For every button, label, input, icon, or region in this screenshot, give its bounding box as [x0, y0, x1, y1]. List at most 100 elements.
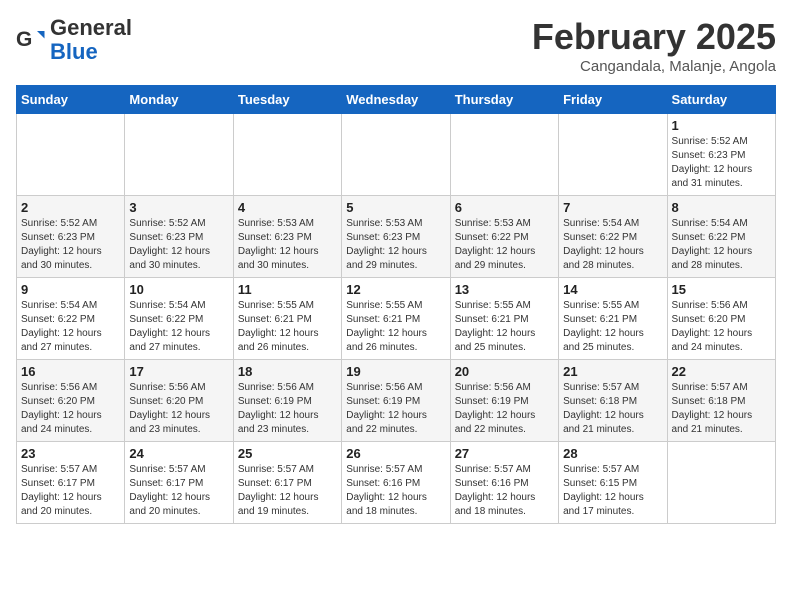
- day-cell: [342, 114, 450, 196]
- day-number: 5: [346, 200, 445, 215]
- day-number: 24: [129, 446, 228, 461]
- title-area: February 2025 Cangandala, Malanje, Angol…: [532, 16, 776, 75]
- day-info: Sunrise: 5:53 AM Sunset: 6:23 PM Dayligh…: [238, 217, 337, 273]
- day-number: 9: [21, 282, 120, 297]
- day-info: Sunrise: 5:57 AM Sunset: 6:18 PM Dayligh…: [672, 381, 771, 437]
- day-info: Sunrise: 5:55 AM Sunset: 6:21 PM Dayligh…: [346, 299, 445, 355]
- day-info: Sunrise: 5:54 AM Sunset: 6:22 PM Dayligh…: [672, 217, 771, 273]
- day-cell: 28 Sunrise: 5:57 AM Sunset: 6:15 PM Dayli…: [559, 442, 667, 524]
- day-cell: 12 Sunrise: 5:55 AM Sunset: 6:21 PM Dayli…: [342, 278, 450, 360]
- weekday-header-saturday: Saturday: [667, 86, 775, 114]
- day-number: 11: [238, 282, 337, 297]
- logo-text-general: General: [50, 16, 132, 40]
- day-cell: 27Sunrise: 5:57 AM Sunset: 6:16 PM Dayli…: [450, 442, 558, 524]
- day-cell: 11 Sunrise: 5:55 AM Sunset: 6:21 PM Dayli…: [233, 278, 341, 360]
- day-number: 2: [21, 200, 120, 215]
- day-number: 15: [672, 282, 771, 297]
- day-cell: 15 Sunrise: 5:56 AM Sunset: 6:20 PM Dayli…: [667, 278, 775, 360]
- week-row-4: 16 Sunrise: 5:56 AM Sunset: 6:20 PM Dayli…: [17, 360, 776, 442]
- logo-text-blue: Blue: [50, 40, 132, 64]
- day-cell: 22Sunrise: 5:57 AM Sunset: 6:18 PM Dayli…: [667, 360, 775, 442]
- header: G General Blue February 2025 Cangandala,…: [16, 16, 776, 75]
- day-number: 17: [129, 364, 228, 379]
- day-info: Sunrise: 5:55 AM Sunset: 6:21 PM Dayligh…: [455, 299, 554, 355]
- day-number: 23: [21, 446, 120, 461]
- day-cell: [125, 114, 233, 196]
- day-cell: [559, 114, 667, 196]
- day-info: Sunrise: 5:52 AM Sunset: 6:23 PM Dayligh…: [672, 135, 771, 191]
- day-info: Sunrise: 5:52 AM Sunset: 6:23 PM Dayligh…: [21, 217, 120, 273]
- day-number: 19: [346, 364, 445, 379]
- day-info: Sunrise: 5:56 AM Sunset: 6:20 PM Dayligh…: [21, 381, 120, 437]
- calendar-title: February 2025: [532, 16, 776, 58]
- weekday-header-friday: Friday: [559, 86, 667, 114]
- day-info: Sunrise: 5:56 AM Sunset: 6:20 PM Dayligh…: [129, 381, 228, 437]
- week-row-5: 23 Sunrise: 5:57 AM Sunset: 6:17 PM Dayli…: [17, 442, 776, 524]
- day-cell: 20 Sunrise: 5:56 AM Sunset: 6:19 PM Dayli…: [450, 360, 558, 442]
- day-cell: [233, 114, 341, 196]
- day-cell: 18 Sunrise: 5:56 AM Sunset: 6:19 PM Dayli…: [233, 360, 341, 442]
- day-number: 10: [129, 282, 228, 297]
- day-info: Sunrise: 5:52 AM Sunset: 6:23 PM Dayligh…: [129, 217, 228, 273]
- week-row-3: 9 Sunrise: 5:54 AM Sunset: 6:22 PM Daylig…: [17, 278, 776, 360]
- day-cell: 6 Sunrise: 5:53 AM Sunset: 6:22 PM Daylig…: [450, 196, 558, 278]
- calendar-subtitle: Cangandala, Malanje, Angola: [532, 58, 776, 75]
- day-cell: 23 Sunrise: 5:57 AM Sunset: 6:17 PM Dayli…: [17, 442, 125, 524]
- weekday-header-monday: Monday: [125, 86, 233, 114]
- svg-text:G: G: [16, 28, 32, 51]
- day-number: 12: [346, 282, 445, 297]
- day-number: 20: [455, 364, 554, 379]
- day-cell: 25 Sunrise: 5:57 AM Sunset: 6:17 PM Dayli…: [233, 442, 341, 524]
- day-info: Sunrise: 5:57 AM Sunset: 6:18 PM Dayligh…: [563, 381, 662, 437]
- day-number: 14: [563, 282, 662, 297]
- day-number: 26: [346, 446, 445, 461]
- day-info: Sunrise: 5:56 AM Sunset: 6:19 PM Dayligh…: [346, 381, 445, 437]
- weekday-header-wednesday: Wednesday: [342, 86, 450, 114]
- day-number: 7: [563, 200, 662, 215]
- day-info: Sunrise: 5:54 AM Sunset: 6:22 PM Dayligh…: [21, 299, 120, 355]
- day-info: Sunrise: 5:57 AM Sunset: 6:15 PM Dayligh…: [563, 463, 662, 519]
- day-cell: 5Sunrise: 5:53 AM Sunset: 6:23 PM Daylig…: [342, 196, 450, 278]
- day-info: Sunrise: 5:57 AM Sunset: 6:17 PM Dayligh…: [21, 463, 120, 519]
- day-info: Sunrise: 5:54 AM Sunset: 6:22 PM Dayligh…: [563, 217, 662, 273]
- day-number: 3: [129, 200, 228, 215]
- day-number: 16: [21, 364, 120, 379]
- day-cell: [667, 442, 775, 524]
- day-cell: 19 Sunrise: 5:56 AM Sunset: 6:19 PM Dayli…: [342, 360, 450, 442]
- day-number: 13: [455, 282, 554, 297]
- day-cell: 10 Sunrise: 5:54 AM Sunset: 6:22 PM Dayli…: [125, 278, 233, 360]
- week-row-2: 2 Sunrise: 5:52 AM Sunset: 6:23 PM Daylig…: [17, 196, 776, 278]
- logo: G General Blue: [16, 16, 132, 64]
- day-cell: 3 Sunrise: 5:52 AM Sunset: 6:23 PM Daylig…: [125, 196, 233, 278]
- day-cell: 13 Sunrise: 5:55 AM Sunset: 6:21 PM Dayli…: [450, 278, 558, 360]
- day-number: 27: [455, 446, 554, 461]
- day-number: 25: [238, 446, 337, 461]
- day-info: Sunrise: 5:57 AM Sunset: 6:17 PM Dayligh…: [238, 463, 337, 519]
- day-number: 21: [563, 364, 662, 379]
- day-info: Sunrise: 5:54 AM Sunset: 6:22 PM Dayligh…: [129, 299, 228, 355]
- day-cell: 26 Sunrise: 5:57 AM Sunset: 6:16 PM Dayli…: [342, 442, 450, 524]
- day-cell: 8 Sunrise: 5:54 AM Sunset: 6:22 PM Daylig…: [667, 196, 775, 278]
- day-cell: 21 Sunrise: 5:57 AM Sunset: 6:18 PM Dayli…: [559, 360, 667, 442]
- day-info: Sunrise: 5:55 AM Sunset: 6:21 PM Dayligh…: [238, 299, 337, 355]
- day-cell: 24 Sunrise: 5:57 AM Sunset: 6:17 PM Dayli…: [125, 442, 233, 524]
- day-info: Sunrise: 5:57 AM Sunset: 6:17 PM Dayligh…: [129, 463, 228, 519]
- week-row-1: 1 Sunrise: 5:52 AM Sunset: 6:23 PM Daylig…: [17, 114, 776, 196]
- day-number: 28: [563, 446, 662, 461]
- day-info: Sunrise: 5:56 AM Sunset: 6:19 PM Dayligh…: [455, 381, 554, 437]
- day-cell: 17 Sunrise: 5:56 AM Sunset: 6:20 PM Dayli…: [125, 360, 233, 442]
- day-cell: 14 Sunrise: 5:55 AM Sunset: 6:21 PM Dayli…: [559, 278, 667, 360]
- weekday-header-tuesday: Tuesday: [233, 86, 341, 114]
- day-info: Sunrise: 5:56 AM Sunset: 6:19 PM Dayligh…: [238, 381, 337, 437]
- day-info: Sunrise: 5:57 AM Sunset: 6:16 PM Dayligh…: [346, 463, 445, 519]
- day-info: Sunrise: 5:53 AM Sunset: 6:22 PM Dayligh…: [455, 217, 554, 273]
- day-number: 1: [672, 118, 771, 133]
- day-number: 18: [238, 364, 337, 379]
- day-info: Sunrise: 5:56 AM Sunset: 6:20 PM Dayligh…: [672, 299, 771, 355]
- day-number: 4: [238, 200, 337, 215]
- day-number: 6: [455, 200, 554, 215]
- day-info: Sunrise: 5:55 AM Sunset: 6:21 PM Dayligh…: [563, 299, 662, 355]
- logo-icon: G: [16, 25, 46, 55]
- day-cell: 4 Sunrise: 5:53 AM Sunset: 6:23 PM Daylig…: [233, 196, 341, 278]
- day-number: 8: [672, 200, 771, 215]
